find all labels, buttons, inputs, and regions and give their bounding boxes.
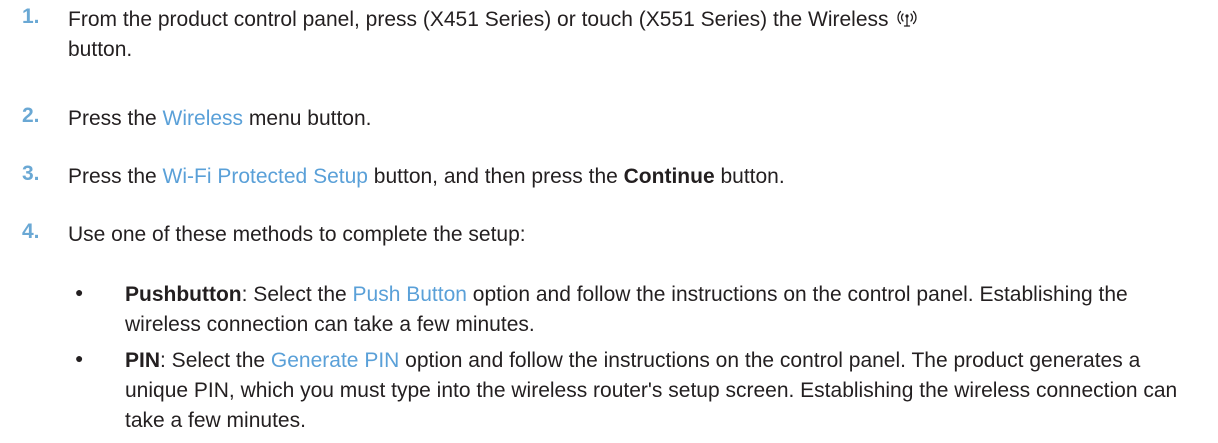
bullet-text: Pushbutton: Select the Push Button optio… (125, 280, 1208, 340)
step-text-post: menu button. (243, 107, 372, 130)
ui-label-wps: Wi-Fi Protected Setup (162, 165, 368, 188)
bullet-text-pre: : Select the (160, 349, 271, 372)
bullet-term: Pushbutton (125, 283, 242, 306)
step-text-line2: button. (68, 38, 133, 61)
continue-label: Continue (623, 165, 715, 188)
step-text-post: button. (714, 165, 785, 188)
bullet-term: PIN (125, 349, 161, 372)
step-text: From the product control panel, press (X… (68, 5, 1208, 65)
step-text: Press the Wi-Fi Protected Setup button, … (68, 162, 1208, 192)
step-text-mid: button, and then press the (367, 165, 624, 188)
ui-label-wireless: Wireless (162, 107, 244, 130)
step-number: 4. (22, 220, 40, 243)
bullet-text-pre: : Select the (241, 283, 353, 306)
step-number: 2. (22, 104, 40, 127)
step-text: Use one of these methods to complete the… (68, 223, 526, 246)
bullet-dot: ● (75, 350, 84, 366)
bullet-text: PIN: Select the Generate PIN option and … (125, 346, 1208, 436)
step-text-main: From the product control panel, press (X… (68, 8, 889, 31)
ui-label-push-button: Push Button (352, 283, 467, 306)
step-number: 1. (22, 5, 40, 28)
step-text-pre: Press the (68, 107, 163, 130)
wireless-icon (897, 10, 917, 27)
bullet-dot: ● (75, 284, 84, 300)
step-text-pre: Press the (68, 165, 163, 188)
ui-label-generate-pin: Generate PIN (270, 349, 400, 372)
step-text: Press the Wireless menu button. (68, 104, 1208, 134)
step-number: 3. (22, 162, 40, 185)
